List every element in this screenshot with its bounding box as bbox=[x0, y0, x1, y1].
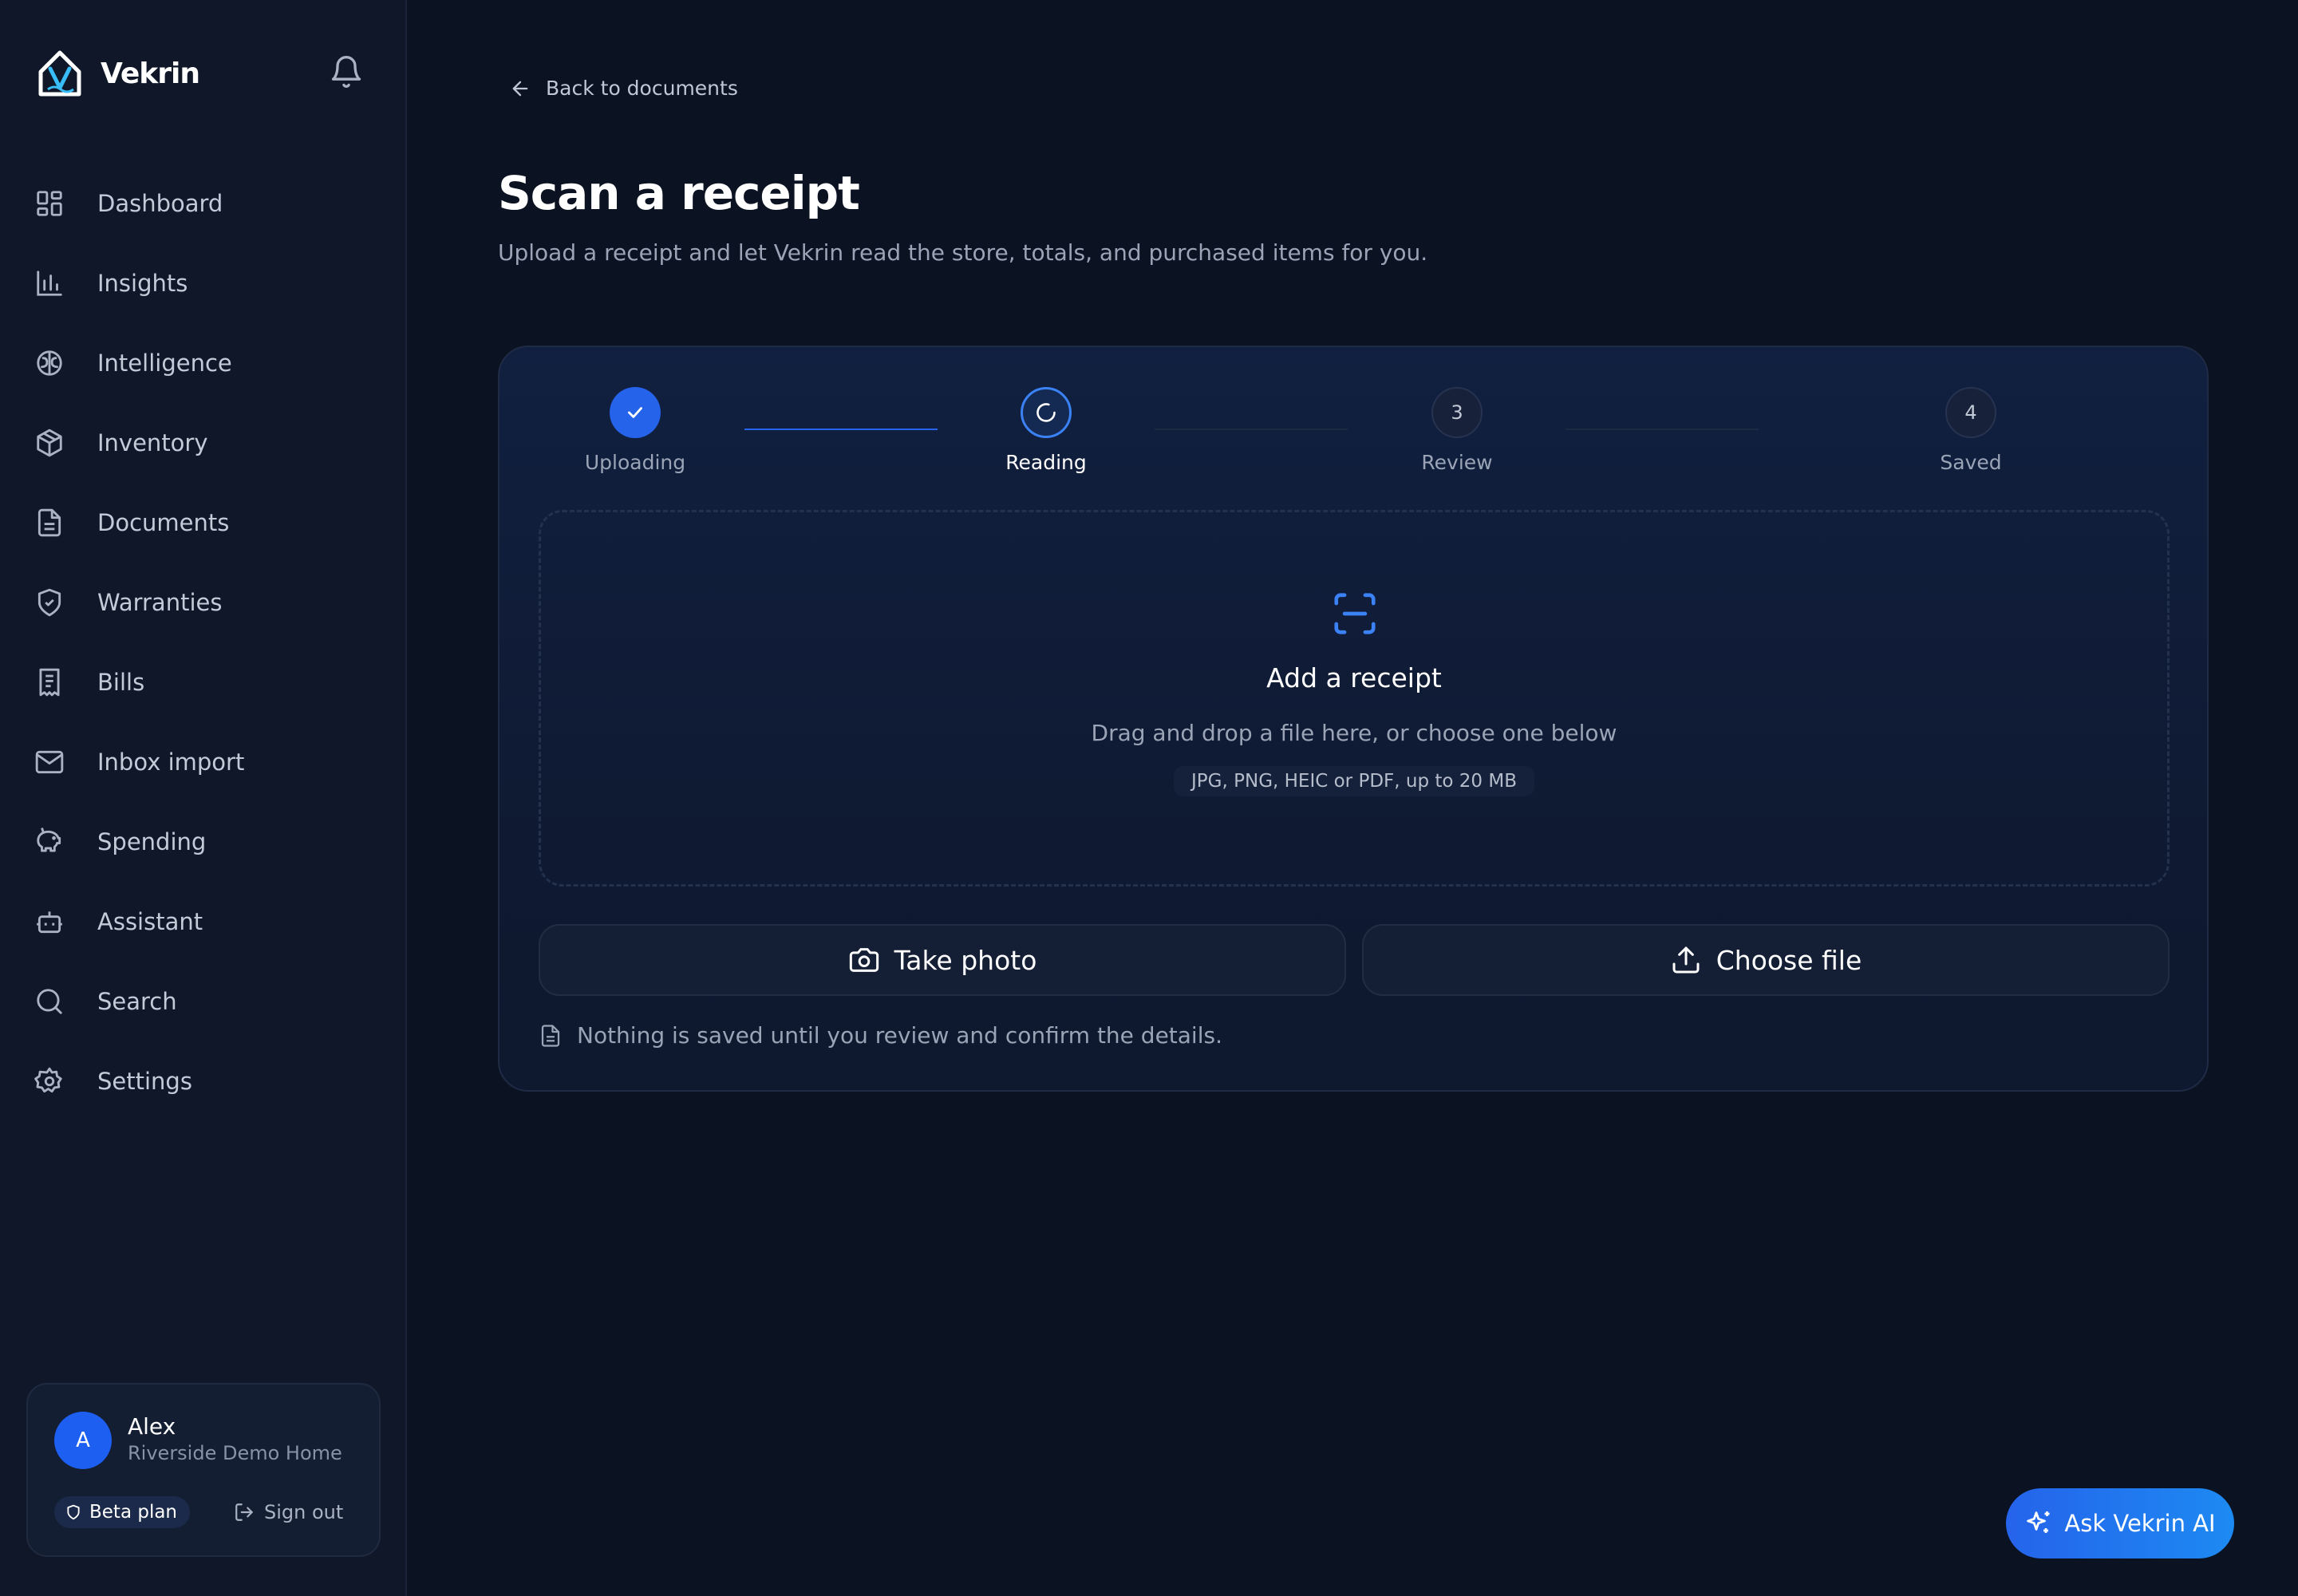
dropzone-title: Add a receipt bbox=[1266, 662, 1442, 693]
step-indicator: 4 bbox=[1945, 387, 1996, 438]
sidebar-item-label: Inbox import bbox=[97, 749, 245, 776]
dropzone-description: Drag and drop a file here, or choose one… bbox=[1091, 720, 1617, 746]
take-photo-label: Take photo bbox=[894, 944, 1037, 976]
scan-card: Uploading Reading 3 Review 4 Saved Add a… bbox=[498, 346, 2209, 1092]
gear-icon bbox=[34, 1065, 65, 1097]
piggy-bank-icon bbox=[34, 826, 65, 858]
house-logo-icon bbox=[38, 50, 81, 97]
step-indicator: 3 bbox=[1431, 387, 1483, 438]
sidebar-item-label: Assistant bbox=[97, 908, 203, 935]
sidebar-item-label: Bills bbox=[97, 669, 145, 696]
step-uploading: Uploading bbox=[555, 387, 715, 474]
upload-icon bbox=[1672, 946, 1700, 974]
bar-chart-icon bbox=[34, 267, 65, 299]
bell-icon bbox=[331, 56, 361, 88]
sidebar-item-search[interactable]: Search bbox=[34, 962, 377, 1041]
step-label: Saved bbox=[1940, 451, 2002, 474]
step-indicator bbox=[1021, 387, 1072, 438]
sidebar-item-label: Inventory bbox=[97, 429, 208, 456]
step-saved: 4 Saved bbox=[1891, 387, 2051, 474]
sidebar-item-label: Search bbox=[97, 988, 177, 1015]
sign-out-label: Sign out bbox=[264, 1501, 344, 1523]
brand-name: Vekrin bbox=[101, 57, 200, 90]
user-home: Riverside Demo Home bbox=[128, 1442, 342, 1464]
sidebar-item-label: Documents bbox=[97, 509, 230, 536]
step-indicator bbox=[610, 387, 661, 438]
choose-file-label: Choose file bbox=[1716, 944, 1862, 976]
notifications-button[interactable] bbox=[329, 54, 364, 89]
sidebar-item-intelligence[interactable]: Intelligence bbox=[34, 323, 377, 403]
step-review: 3 Review bbox=[1377, 387, 1537, 474]
sidebar-item-label: Spending bbox=[97, 828, 207, 855]
sidebar-item-inventory[interactable]: Inventory bbox=[34, 403, 377, 483]
save-notice: Nothing is saved until you review and co… bbox=[539, 1022, 1222, 1049]
sidebar-item-label: Dashboard bbox=[97, 190, 223, 217]
avatar[interactable]: A bbox=[54, 1412, 112, 1469]
sidebar-nav: Dashboard Insights Intelligence Inventor… bbox=[34, 164, 377, 1121]
step-connector bbox=[1155, 429, 1348, 430]
scan-icon bbox=[1334, 593, 1376, 634]
receipt-icon bbox=[34, 666, 65, 698]
take-photo-button[interactable]: Take photo bbox=[539, 924, 1346, 996]
sidebar-item-label: Warranties bbox=[97, 589, 223, 616]
plan-label: Beta plan bbox=[89, 1502, 178, 1523]
sidebar-item-settings[interactable]: Settings bbox=[34, 1041, 377, 1121]
check-icon bbox=[628, 407, 642, 418]
sidebar-item-warranties[interactable]: Warranties bbox=[34, 563, 377, 642]
sidebar-item-insights[interactable]: Insights bbox=[34, 243, 377, 323]
sidebar-item-dashboard[interactable]: Dashboard bbox=[34, 164, 377, 243]
document-icon bbox=[34, 507, 65, 539]
user-name: Alex bbox=[128, 1413, 176, 1440]
step-reading: Reading bbox=[966, 387, 1126, 474]
shield-icon bbox=[67, 1504, 80, 1520]
bot-icon bbox=[34, 906, 65, 938]
save-notice-text: Nothing is saved until you review and co… bbox=[577, 1022, 1222, 1049]
page-title: Scan a receipt bbox=[498, 166, 860, 220]
step-label: Reading bbox=[1005, 451, 1087, 474]
step-label: Uploading bbox=[584, 451, 686, 474]
dashboard-icon bbox=[34, 188, 65, 219]
ask-ai-button[interactable]: Ask Vekrin AI bbox=[2006, 1488, 2234, 1558]
camera-icon bbox=[849, 948, 879, 972]
shield-check-icon bbox=[34, 587, 65, 618]
sidebar-item-label: Insights bbox=[97, 270, 188, 297]
mail-icon bbox=[34, 746, 65, 778]
sidebar-item-assistant[interactable]: Assistant bbox=[34, 882, 377, 962]
back-link[interactable]: Back to documents bbox=[509, 77, 738, 100]
choose-file-button[interactable]: Choose file bbox=[1362, 924, 2170, 996]
sparkles-icon bbox=[2027, 1511, 2050, 1533]
sidebar-item-inbox-import[interactable]: Inbox import bbox=[34, 722, 377, 802]
sidebar: Vekrin Dashboard Insights Intelligence I… bbox=[0, 0, 407, 1596]
search-icon bbox=[34, 986, 65, 1017]
sidebar-item-spending[interactable]: Spending bbox=[34, 802, 377, 882]
sidebar-item-bills[interactable]: Bills bbox=[34, 642, 377, 722]
sign-out-button[interactable]: Sign out bbox=[234, 1496, 343, 1528]
log-out-icon bbox=[235, 1503, 253, 1521]
package-icon bbox=[34, 427, 65, 459]
file-type-hint: JPG, PNG, HEIC or PDF, up to 20 MB bbox=[1174, 766, 1534, 796]
brand-logo[interactable]: Vekrin bbox=[37, 46, 200, 101]
plan-badge: Beta plan bbox=[54, 1496, 191, 1528]
page-subtitle: Upload a receipt and let Vekrin read the… bbox=[498, 239, 1428, 266]
back-link-label: Back to documents bbox=[546, 77, 738, 100]
step-label: Review bbox=[1421, 451, 1493, 474]
spinner-icon bbox=[1036, 403, 1056, 422]
document-icon bbox=[541, 1024, 560, 1047]
ask-ai-label: Ask Vekrin AI bbox=[2064, 1510, 2216, 1537]
sidebar-item-label: Intelligence bbox=[97, 350, 232, 377]
step-connector bbox=[1566, 429, 1759, 430]
sidebar-item-documents[interactable]: Documents bbox=[34, 483, 377, 563]
user-card: A Alex Riverside Demo Home Beta plan Sig… bbox=[26, 1383, 381, 1557]
arrow-left-icon bbox=[512, 81, 528, 96]
brain-icon bbox=[34, 347, 65, 379]
receipt-dropzone[interactable]: Add a receipt Drag and drop a file here,… bbox=[539, 510, 2170, 887]
step-connector bbox=[744, 429, 938, 430]
sidebar-item-label: Settings bbox=[97, 1068, 192, 1095]
